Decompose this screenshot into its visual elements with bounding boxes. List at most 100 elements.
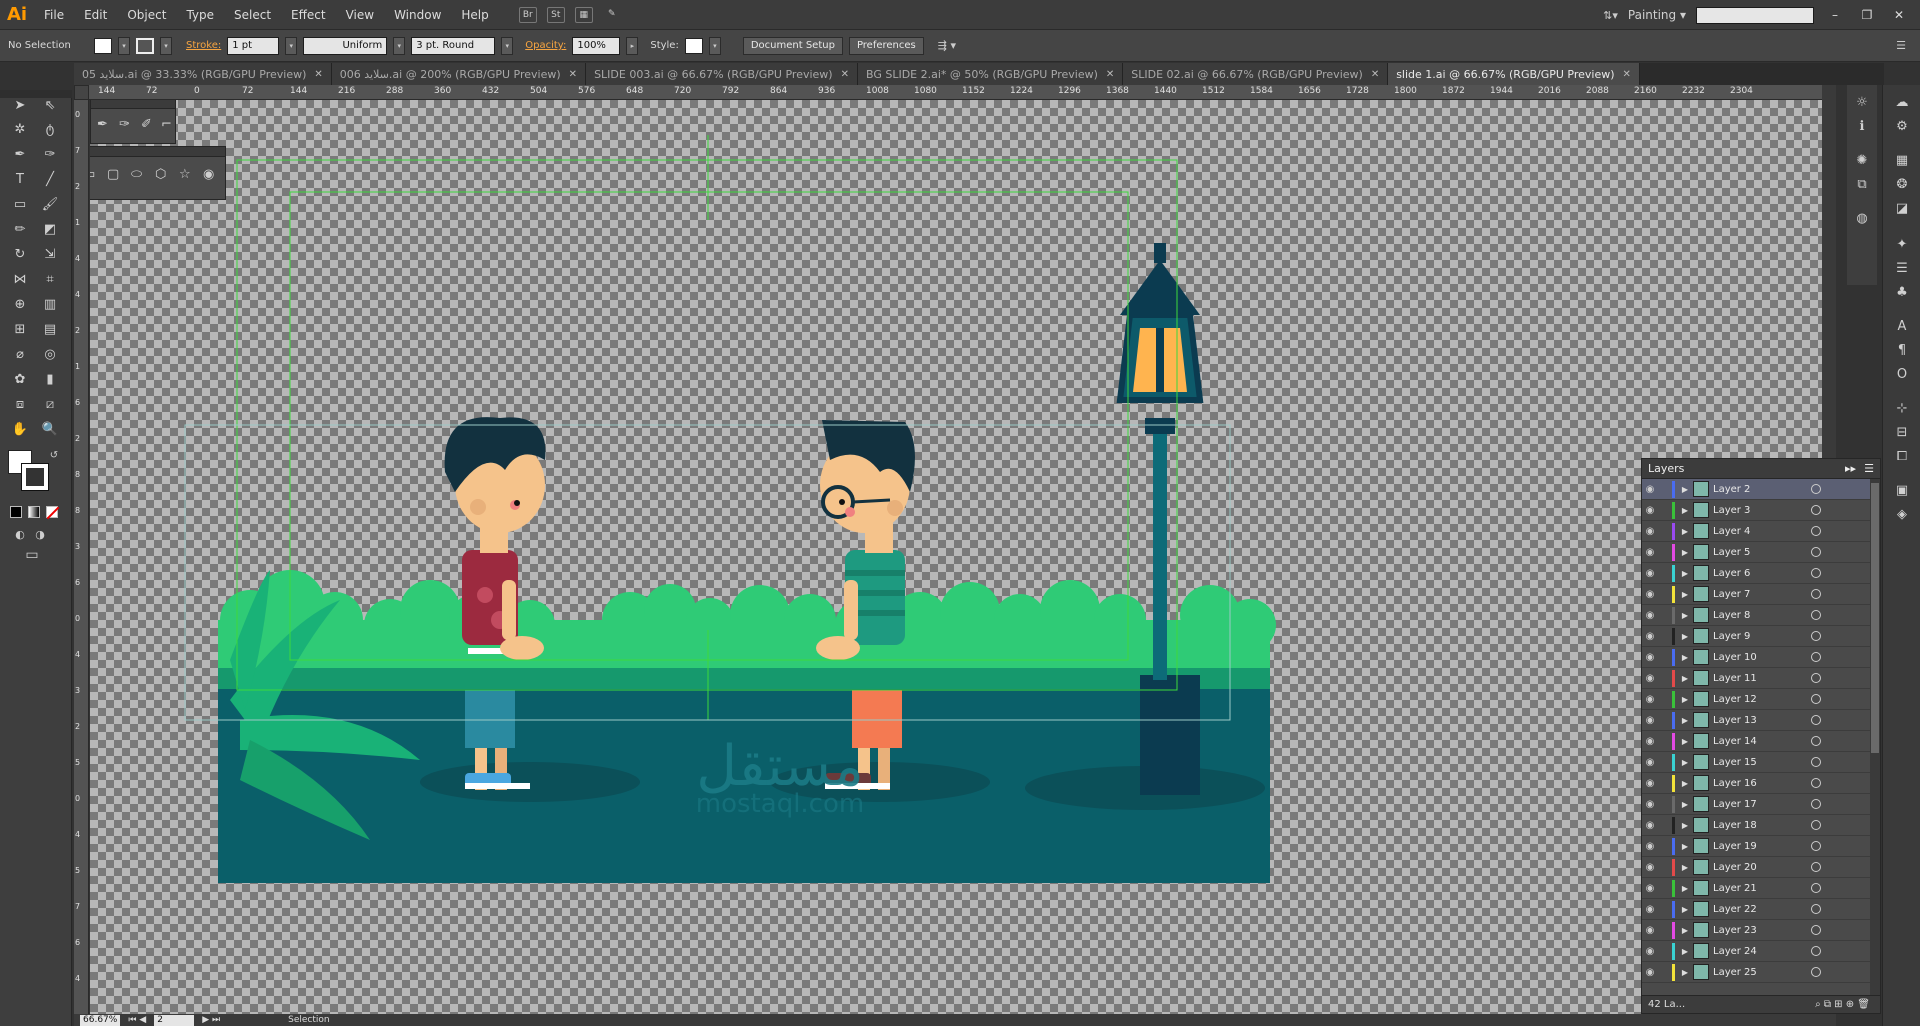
polygon-icon[interactable]: ⬡ [155,167,166,182]
opacity-dropdown[interactable]: ▸ [626,36,639,55]
arrange-documents-icon[interactable]: ▦ [574,6,593,23]
document-setup-button[interactable]: Document Setup [742,36,843,55]
expand-arrow-icon[interactable]: ▶ [1679,863,1691,872]
anchor-point-icon[interactable]: ⌐ [161,117,172,132]
free-transform-tool-icon[interactable]: ⌗ [40,270,60,290]
layer-row[interactable]: ◉ ▶ Layer 16 [1642,773,1880,794]
workspace-switcher[interactable]: Painting ▾ [1628,8,1686,22]
layer-row[interactable]: ◉ ▶ Layer 22 [1642,899,1880,920]
expand-arrow-icon[interactable]: ▶ [1679,569,1691,578]
shape-flyout-header[interactable] [90,147,225,157]
target-circle-icon[interactable] [1811,736,1821,746]
zoom-tool-icon[interactable]: 🔍 [40,420,60,440]
expand-arrow-icon[interactable]: ▶ [1679,779,1691,788]
layer-name[interactable]: Layer 24 [1713,946,1803,957]
tab-close-icon[interactable]: ✕ [1623,69,1631,80]
target-circle-icon[interactable] [1811,883,1821,893]
mesh-tool-icon[interactable]: ⊞ [10,320,30,340]
properties-icon[interactable]: ⚙ [1892,117,1912,137]
transparency-icon[interactable]: ♣ [1892,283,1912,303]
bridge-icon[interactable]: Br [518,6,537,23]
scale-tool-icon[interactable]: ⇲ [40,245,60,265]
expand-arrow-icon[interactable]: ▶ [1679,926,1691,935]
visibility-eye-icon[interactable]: ◉ [1642,568,1658,579]
expand-arrow-icon[interactable]: ▶ [1679,548,1691,557]
document-tab[interactable]: slide 1.ai @ 66.67% (RGB/GPU Preview) ✕ [1388,63,1640,85]
horizontal-scrollbar[interactable] [74,1014,1836,1026]
expand-arrow-icon[interactable]: ▶ [1679,590,1691,599]
layer-row[interactable]: ◉ ▶ Layer 13 [1642,710,1880,731]
libraries-icon[interactable]: ☁ [1892,93,1912,113]
layer-row[interactable]: ◉ ▶ Layer 6 [1642,563,1880,584]
screen-mode-icon[interactable]: ◑ [30,525,50,545]
menu-type[interactable]: Type [176,8,224,22]
document-tab[interactable]: 006 سلاید.ai @ 200% (RGB/GPU Preview) ✕ [331,63,587,85]
target-circle-icon[interactable] [1811,694,1821,704]
zoom-field[interactable]: 66.67% [80,1014,121,1026]
expand-arrow-icon[interactable]: ▶ [1679,632,1691,641]
layer-name[interactable]: Layer 19 [1713,841,1803,852]
layer-row[interactable]: ◉ ▶ Layer 5 [1642,542,1880,563]
expand-arrow-icon[interactable]: ▶ [1679,485,1691,494]
target-circle-icon[interactable] [1811,505,1821,515]
panel-menu-icon[interactable]: ☰ [1896,39,1906,52]
visibility-eye-icon[interactable]: ◉ [1642,904,1658,915]
layers-collapse-icon[interactable]: ▸▸ [1845,462,1856,475]
visibility-eye-icon[interactable]: ◉ [1642,736,1658,747]
stroke-icon[interactable]: ☰ [1892,259,1912,279]
visibility-eye-icon[interactable]: ◉ [1642,757,1658,768]
layer-name[interactable]: Layer 6 [1713,568,1803,579]
menu-window[interactable]: Window [384,8,451,22]
layer-name[interactable]: Layer 13 [1713,715,1803,726]
rectangle-shape-icon[interactable]: ▭ [90,167,95,182]
appearance-icon[interactable]: ◍ [1852,209,1872,229]
stroke-dropdown[interactable]: ▾ [160,36,172,55]
eyedropper-tool-icon[interactable]: ⌀ [10,345,30,365]
rectangle-tool-icon[interactable]: ▭ [10,195,30,215]
color-guide-icon[interactable]: ✺ [1852,151,1872,171]
layer-name[interactable]: Layer 15 [1713,757,1803,768]
expand-arrow-icon[interactable]: ▶ [1679,611,1691,620]
draw-mode-icon[interactable]: ◐ [10,525,30,545]
curvature-tool-icon[interactable]: ✑ [40,145,60,165]
visibility-eye-icon[interactable]: ◉ [1642,652,1658,663]
stroke-weight-dropdown[interactable]: ▾ [285,36,298,55]
align-icon[interactable]: ⊟ [1892,423,1912,443]
paintbrush-tool-icon[interactable]: 🖌 [40,195,60,215]
lasso-tool-icon[interactable]: ტ [40,120,60,140]
visibility-eye-icon[interactable]: ◉ [1642,925,1658,936]
style-swatch[interactable] [684,37,703,54]
artboard-tool-icon[interactable]: ⧈ [10,395,30,415]
layer-row[interactable]: ◉ ▶ Layer 10 [1642,647,1880,668]
expand-arrow-icon[interactable]: ▶ [1679,905,1691,914]
visibility-eye-icon[interactable]: ◉ [1642,484,1658,495]
add-anchor-icon[interactable]: ✑ [119,117,130,132]
style-dropdown[interactable]: ▾ [708,36,721,55]
artboards-icon[interactable]: ▣ [1892,481,1912,501]
help-search-input[interactable] [1696,6,1814,24]
paragraph-icon[interactable]: ¶ [1892,341,1912,361]
document-tab[interactable]: SLIDE 02.ai @ 66.67% (RGB/GPU Preview) ✕ [1123,63,1389,85]
target-circle-icon[interactable] [1811,547,1821,557]
expand-arrow-icon[interactable]: ▶ [1679,968,1691,977]
layers-panel-header[interactable]: Layers ▸▸ ☰ [1642,459,1880,479]
target-circle-icon[interactable] [1811,820,1821,830]
gpu-brush-icon[interactable]: ✎ [603,7,621,23]
document-tab[interactable]: SLIDE 003.ai @ 66.67% (RGB/GPU Preview) ✕ [586,63,858,85]
layer-row[interactable]: ◉ ▶ Layer 23 [1642,920,1880,941]
layer-row[interactable]: ◉ ▶ Layer 2 [1642,479,1880,500]
expand-arrow-icon[interactable]: ▶ [1679,842,1691,851]
ruler-origin[interactable] [74,85,89,100]
visibility-eye-icon[interactable]: ◉ [1642,715,1658,726]
tab-close-icon[interactable]: ✕ [314,69,322,80]
expand-arrow-icon[interactable]: ▶ [1679,695,1691,704]
tab-close-icon[interactable]: ✕ [1106,69,1114,80]
target-circle-icon[interactable] [1811,862,1821,872]
document-tab[interactable]: BG SLIDE 2.ai* @ 50% (RGB/GPU Preview) ✕ [857,63,1124,85]
layer-name[interactable]: Layer 3 [1713,505,1803,516]
target-circle-icon[interactable] [1811,484,1821,494]
stroke-swatch[interactable] [136,37,154,54]
stroke-color-box[interactable] [21,463,49,491]
profile-dropdown[interactable]: ▾ [393,36,406,55]
layer-row[interactable]: ◉ ▶ Layer 9 [1642,626,1880,647]
